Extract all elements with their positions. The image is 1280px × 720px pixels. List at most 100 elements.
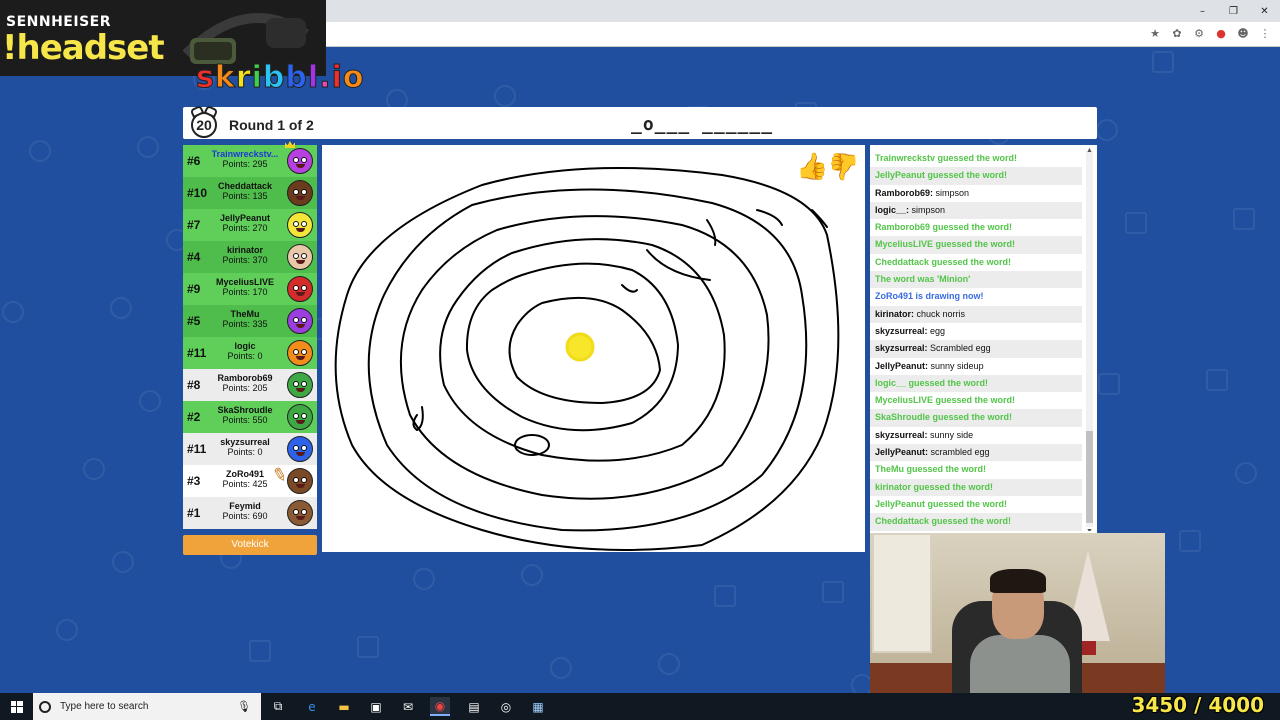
logo-letter: l <box>307 60 320 96</box>
webcam-overlay <box>870 533 1165 696</box>
chat-username: skyzsurreal: <box>875 325 928 336</box>
profile-avatar-icon[interactable]: ☻ <box>1236 26 1250 40</box>
player-row[interactable]: #9 MyceliusLIVE Points: 170 <box>183 273 317 305</box>
background-doodle <box>56 619 78 641</box>
player-avatar <box>287 180 313 206</box>
player-name: JellyPeanut <box>219 213 271 223</box>
chat-username: logic__: <box>875 204 910 215</box>
player-rank: #1 <box>187 506 201 520</box>
player-points: Points: 135 <box>222 191 268 201</box>
extension-icons: ★ ✿ ⚙ ● ☻ ⋮ <box>1148 26 1272 40</box>
player-name: SkaShroudle <box>217 405 273 415</box>
mail-icon[interactable]: ✉ <box>398 697 418 716</box>
votekick-button[interactable]: Votekick <box>183 535 317 555</box>
player-rank: #10 <box>187 186 208 200</box>
background-doodle <box>2 301 24 323</box>
bookmark-star-icon[interactable]: ★ <box>1148 26 1162 40</box>
file-explorer-icon[interactable]: ▬ <box>334 697 354 716</box>
stream-score: 3450 / 4000 <box>1131 693 1264 717</box>
chat-message: MyceliusLIVE guessed the word! <box>870 236 1082 254</box>
player-row[interactable]: #11 skyzsurreal Points: 0 <box>183 433 317 465</box>
chat-message: Ramborob69 guessed the word! <box>875 222 1013 233</box>
background-doodle <box>137 136 159 158</box>
chat-message: kirinator guessed the word! <box>870 478 1082 496</box>
start-button[interactable] <box>0 693 33 720</box>
logo-letter: b <box>262 60 286 96</box>
player-avatar <box>287 404 313 430</box>
player-row[interactable]: #10 Cheddattack Points: 135 <box>183 177 317 209</box>
scroll-up-icon[interactable]: ▲ <box>1086 147 1093 154</box>
chat-message: JellyPeanut guessed the word! <box>875 498 1008 509</box>
player-row[interactable]: #4 kirinator Points: 370 <box>183 241 317 273</box>
player-row[interactable]: #3 ZoRo491 Points: 425 ✎ <box>183 463 317 497</box>
window-controls: – ❐ ✕ <box>1187 0 1280 22</box>
player-name: MyceliusLIVE <box>215 277 275 287</box>
player-points: Points: 370 <box>222 255 268 265</box>
chat-message: logic__: simpson <box>870 201 1082 220</box>
chat-text: sunny sideup <box>928 360 984 371</box>
chat-scroll-thumb[interactable] <box>1086 431 1093 523</box>
close-button[interactable]: ✕ <box>1249 0 1280 22</box>
thumbs-down-icon[interactable]: 👍 <box>828 151 860 182</box>
chat-text: egg <box>927 325 946 336</box>
player-row[interactable]: #1 Feymid Points: 690 <box>183 497 317 529</box>
thumbs-up-icon[interactable]: 👍 <box>796 151 828 182</box>
store-icon[interactable]: ▣ <box>366 697 386 716</box>
edge-icon[interactable]: e <box>302 697 322 716</box>
player-row[interactable]: #5 TheMu Points: 335 <box>183 305 317 337</box>
background-doodle <box>112 551 134 573</box>
player-rank: #11 <box>187 442 207 456</box>
chat-scrollbar[interactable]: ▲ ▼ <box>1086 147 1093 531</box>
player-name: TheMu <box>230 309 260 319</box>
extension-record-icon[interactable]: ● <box>1214 26 1228 40</box>
minimize-button[interactable]: – <box>1187 0 1218 22</box>
task-view-icon[interactable]: ⧉ <box>268 697 288 716</box>
player-rank: #7 <box>187 218 201 232</box>
player-row[interactable]: #2 SkaShroudle Points: 550 <box>183 401 317 433</box>
player-avatar <box>287 276 313 302</box>
player-row[interactable]: #11 logic Points: 0 <box>183 337 317 369</box>
player-points: Points: 425 <box>222 479 268 489</box>
background-doodle <box>658 653 680 675</box>
chat-message: JellyPeanut: sunny sideup <box>870 358 1082 375</box>
player-row[interactable]: #8 Ramborob69 Points: 205 <box>183 369 317 401</box>
chat-message: TheMu guessed the word! <box>875 464 987 475</box>
player-name: ZoRo491 <box>225 469 264 479</box>
player-row[interactable]: #7 JellyPeanut Points: 270 <box>183 209 317 241</box>
player-info: TheMu Points: 335 <box>211 309 279 329</box>
chrome-icon[interactable]: ◉ <box>430 697 450 716</box>
extension-icon[interactable]: ✿ <box>1170 26 1184 40</box>
background-doodle <box>494 85 516 107</box>
notepad-icon[interactable]: ▦ <box>528 697 548 716</box>
logo-letter: . <box>319 60 332 96</box>
microphone-icon[interactable]: 🎙 <box>237 700 251 713</box>
logo-letter: i <box>251 60 263 96</box>
timer-value: 20 <box>196 117 212 133</box>
background-doodle <box>83 458 105 480</box>
background-doodle <box>1096 119 1118 141</box>
player-points: Points: 335 <box>222 319 268 329</box>
chat-username: JellyPeanut: <box>875 360 929 371</box>
player-info: skyzsurreal Points: 0 <box>211 437 279 457</box>
player-name: Ramborob69 <box>217 373 273 383</box>
extension-gear-icon[interactable]: ⚙ <box>1192 26 1206 40</box>
taskbar-search[interactable]: Type here to search 🎙 <box>33 693 261 720</box>
chat-message: kirinator: chuck norris <box>870 305 1082 323</box>
drawing-canvas[interactable]: 👍 👍 <box>322 145 865 552</box>
background-doodle <box>1125 212 1147 234</box>
logo-letter: k <box>214 60 236 96</box>
player-name: Trainwreckstv... <box>211 149 279 159</box>
maximize-button[interactable]: ❐ <box>1218 0 1249 22</box>
browser-menu-icon[interactable]: ⋮ <box>1258 26 1272 40</box>
player-points: Points: 690 <box>222 511 268 521</box>
sponsor-command: !headset <box>2 28 165 68</box>
chat-text: scrambled egg <box>928 447 990 458</box>
player-points: Points: 550 <box>222 415 268 425</box>
chat-message: skyzsurreal: sunny side <box>870 427 1082 444</box>
player-row[interactable]: #6 Trainwreckstv... Points: 295 <box>183 141 317 177</box>
obs-icon[interactable]: ◎ <box>496 697 516 716</box>
chat-text: sunny side <box>927 429 974 440</box>
chat-username: kirinator: <box>875 308 915 319</box>
background-doodle <box>249 640 271 662</box>
app-icon[interactable]: ▤ <box>464 697 484 716</box>
